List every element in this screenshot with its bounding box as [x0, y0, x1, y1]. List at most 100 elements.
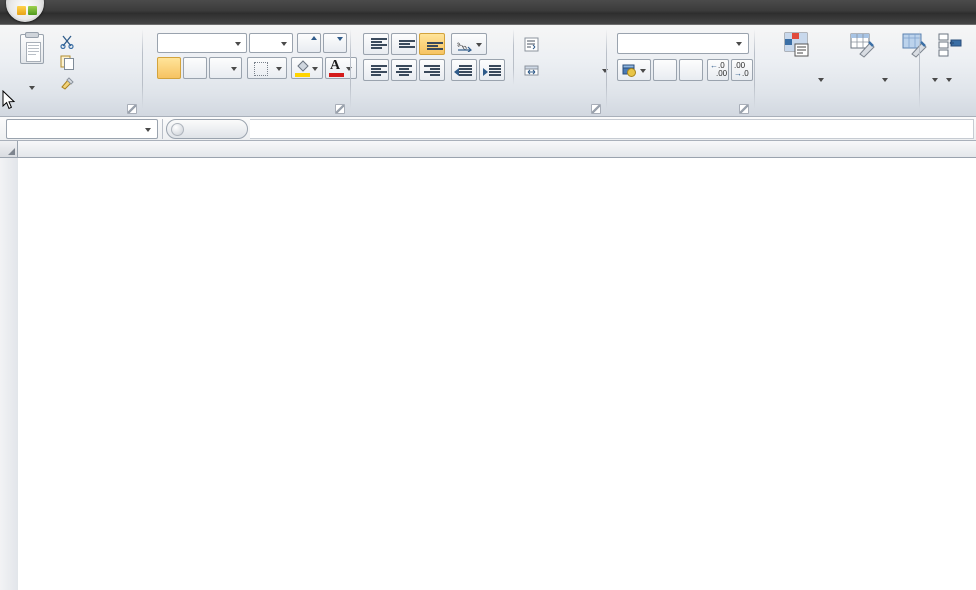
decrease-indent-button[interactable]: [451, 59, 477, 81]
borders-chevron-down-icon: [276, 67, 282, 71]
shrink-font-button[interactable]: [323, 33, 347, 53]
format-as-table-icon: [850, 32, 876, 58]
select-all-button[interactable]: [0, 141, 18, 157]
accounting-chevron-down-icon: [640, 69, 646, 73]
clipboard-dialog-launcher[interactable]: [127, 104, 137, 114]
alignment-dialog-launcher[interactable]: [591, 104, 601, 114]
insert-cells-icon: [937, 32, 963, 58]
insert-cells-chevron-down-icon: [946, 78, 952, 82]
ribbon-group-font: A: [143, 25, 357, 117]
orientation-icon: ab: [454, 36, 473, 53]
font-size-chevron-down-icon: [281, 42, 287, 46]
bold-button[interactable]: [157, 57, 181, 79]
borders-icon: [254, 62, 268, 76]
spreadsheet: [0, 141, 976, 590]
grow-font-button[interactable]: [297, 33, 321, 53]
ribbon-group-number: ←.0.00 .00 →.0: [607, 25, 755, 117]
paste-button[interactable]: [6, 31, 56, 93]
title-bar: [0, 0, 976, 25]
align-top-icon: [368, 38, 387, 52]
align-center-button[interactable]: [391, 59, 417, 81]
align-bottom-button[interactable]: [419, 33, 445, 55]
copy-button[interactable]: [56, 52, 140, 72]
increase-indent-button[interactable]: [479, 59, 505, 81]
number-group-label: [607, 101, 755, 115]
currency-icon: [622, 63, 637, 78]
decrease-indent-icon: [459, 65, 474, 78]
paste-icon: [20, 32, 44, 64]
fill-color-icon: [296, 60, 309, 73]
font-color-icon: A: [330, 58, 341, 73]
name-box[interactable]: [6, 119, 158, 139]
orientation-chevron-down-icon: [476, 43, 482, 47]
font-size-combo[interactable]: [249, 33, 293, 53]
paste-chevron-down-icon: [29, 86, 35, 90]
underline-button[interactable]: [209, 57, 242, 79]
formula-bar: [0, 117, 976, 141]
align-left-button[interactable]: [363, 59, 389, 81]
decrease-indent-arrow-icon: [454, 68, 459, 76]
ribbon: A a b ←.0 .00 .00 →.0: [0, 25, 976, 117]
conditional-formatting-chevron-down-icon: [818, 78, 824, 82]
column-header-row: [0, 141, 976, 158]
formula-bar-separator: [162, 119, 163, 139]
merge-center-button[interactable]: [521, 59, 611, 81]
italic-button[interactable]: [183, 57, 207, 79]
number-format-chevron-down-icon: [736, 42, 742, 46]
align-center-icon: [396, 65, 414, 78]
copy-icon: [60, 55, 75, 70]
ribbon-group-styles: [755, 25, 938, 117]
sheet-canvas[interactable]: [18, 158, 976, 590]
underline-chevron-down-icon: [231, 67, 237, 71]
office-button[interactable]: [6, 0, 44, 22]
align-right-icon: [424, 65, 442, 78]
decrease-decimal-icon: .00 →.0: [734, 61, 749, 78]
align-bottom-icon: [424, 42, 443, 52]
office-logo-right: [28, 6, 37, 15]
number-format-combo[interactable]: [617, 33, 749, 54]
comma-style-button[interactable]: [679, 59, 703, 81]
name-box-chevron-down-icon[interactable]: [145, 128, 151, 132]
insert-function-button[interactable]: [166, 119, 248, 139]
font-color-swatch: [329, 73, 344, 77]
ribbon-group-clipboard: [0, 25, 143, 117]
number-dialog-launcher[interactable]: [739, 104, 749, 114]
font-dialog-launcher[interactable]: [335, 104, 345, 114]
formula-bar-grip: [171, 123, 184, 136]
alignment-inner-separator: [513, 29, 514, 85]
increase-decimal-button[interactable]: ←.0.00: [707, 59, 729, 81]
borders-button[interactable]: [247, 57, 287, 79]
cut-button[interactable]: [56, 31, 140, 51]
insert-cells-button[interactable]: [924, 29, 972, 95]
percent-style-button[interactable]: [653, 59, 677, 81]
align-left-icon: [368, 65, 387, 78]
clipboard-group-label: [0, 101, 143, 115]
align-middle-button[interactable]: [391, 33, 417, 55]
formula-input[interactable]: [250, 119, 974, 139]
decrease-decimal-button[interactable]: .00 →.0: [731, 59, 753, 81]
align-top-button[interactable]: [363, 33, 389, 55]
orientation-button[interactable]: ab: [451, 33, 487, 55]
align-right-button[interactable]: [419, 59, 445, 81]
conditional-formatting-button[interactable]: [759, 29, 831, 95]
font-name-combo[interactable]: [157, 33, 247, 53]
merge-center-icon: [524, 63, 540, 79]
scissors-icon: [60, 34, 75, 50]
align-middle-icon: [396, 40, 415, 52]
wrap-text-button[interactable]: [521, 33, 603, 55]
accounting-format-button[interactable]: [617, 59, 651, 81]
ribbon-group-cells: [920, 25, 976, 117]
font-group-label: [143, 101, 351, 115]
conditional-formatting-icon: [784, 32, 810, 58]
ribbon-group-alignment: ab: [351, 25, 608, 117]
styles-group-label: [755, 101, 898, 115]
increase-indent-arrow-icon: [483, 68, 488, 76]
office-logo-left: [17, 6, 26, 15]
fill-color-swatch: [295, 73, 310, 77]
font-name-chevron-down-icon: [235, 42, 241, 46]
grow-font-up-arrow-icon: [311, 36, 317, 40]
fill-color-button[interactable]: [291, 57, 323, 79]
format-painter-button[interactable]: [56, 73, 142, 93]
format-as-table-chevron-down-icon: [882, 78, 888, 82]
format-as-table-button[interactable]: [833, 29, 891, 95]
